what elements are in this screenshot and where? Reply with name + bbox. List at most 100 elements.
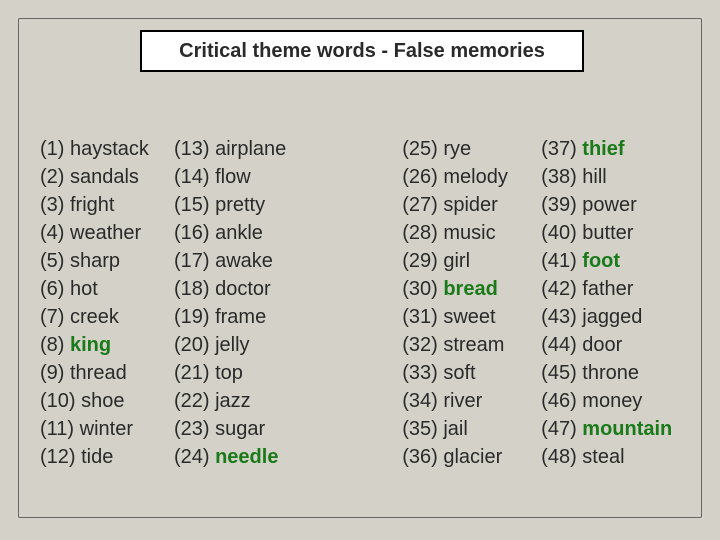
word-text: needle — [215, 446, 278, 468]
word-column-2: (13) airplane(14) flow(15) pretty(16) an… — [174, 135, 402, 471]
word-number: (25) — [402, 138, 443, 160]
word-number: (17) — [174, 250, 215, 272]
word-text: jagged — [582, 306, 642, 328]
word-row: (38) hill — [541, 163, 690, 191]
word-text: father — [582, 278, 633, 300]
word-row: (31) sweet — [402, 303, 541, 331]
slide-title: Critical theme words - False memories — [179, 40, 545, 63]
word-text: soft — [443, 362, 475, 384]
word-number: (15) — [174, 194, 215, 216]
word-text: sandals — [70, 166, 139, 188]
word-text: ankle — [215, 222, 263, 244]
word-number: (45) — [541, 362, 582, 384]
word-text: hill — [582, 166, 606, 188]
word-text: power — [582, 194, 636, 216]
word-text: doctor — [215, 278, 271, 300]
word-number: (19) — [174, 306, 215, 328]
word-number: (29) — [402, 250, 443, 272]
word-text: frame — [215, 306, 266, 328]
word-text: girl — [443, 250, 470, 272]
word-column-3: (25) rye(26) melody(27) spider (28) music… — [402, 135, 541, 471]
word-text: awake — [215, 250, 273, 272]
word-number: (28) — [402, 222, 443, 244]
word-columns: (1) haystack(2) sandals(3) fright(4) wea… — [40, 135, 690, 471]
word-number: (34) — [402, 390, 443, 412]
word-row: (45) throne — [541, 359, 690, 387]
word-number: (37) — [541, 138, 582, 160]
word-number: (12) — [40, 446, 81, 468]
word-number: (2) — [40, 166, 70, 188]
word-text: airplane — [215, 138, 286, 160]
word-number: (35) — [402, 418, 443, 440]
word-text: glacier — [443, 446, 502, 468]
word-number: (42) — [541, 278, 582, 300]
word-text: sweet — [443, 306, 495, 328]
word-text: thread — [70, 362, 127, 384]
word-number: (26) — [402, 166, 443, 188]
word-text: spider — [443, 194, 497, 216]
word-row: (39) power — [541, 191, 690, 219]
word-text: throne — [582, 362, 639, 384]
word-row: (18) doctor — [174, 275, 402, 303]
word-row: (20) jelly — [174, 331, 402, 359]
word-text: winter — [80, 418, 133, 440]
word-row: (1) haystack — [40, 135, 174, 163]
word-number: (39) — [541, 194, 582, 216]
word-row: (28) music — [402, 219, 541, 247]
word-number: (48) — [541, 446, 582, 468]
word-row: (41) foot — [541, 247, 690, 275]
word-text: river — [443, 390, 482, 412]
word-text: bread — [443, 278, 497, 300]
word-row: (8) king — [40, 331, 174, 359]
word-text: weather — [70, 222, 141, 244]
word-row: (48) steal — [541, 443, 690, 471]
word-column-4: (37) thief(38) hill(39) power(40) butter… — [541, 135, 690, 471]
word-number: (13) — [174, 138, 215, 160]
word-row: (11) winter — [40, 415, 174, 443]
slide: Critical theme words - False memories (1… — [0, 0, 720, 540]
word-row: (13) airplane — [174, 135, 402, 163]
word-text: hot — [70, 278, 98, 300]
word-number: (14) — [174, 166, 215, 188]
word-number: (10) — [40, 390, 81, 412]
word-row: (4) weather — [40, 219, 174, 247]
word-number: (8) — [40, 334, 70, 356]
word-row: (42) father — [541, 275, 690, 303]
word-column-1: (1) haystack(2) sandals(3) fright(4) wea… — [40, 135, 174, 471]
word-row: (29) girl — [402, 247, 541, 275]
word-row: (24) needle — [174, 443, 402, 471]
word-number: (9) — [40, 362, 70, 384]
word-number: (24) — [174, 446, 215, 468]
word-row: (44) door — [541, 331, 690, 359]
word-number: (4) — [40, 222, 70, 244]
word-text: jail — [443, 418, 467, 440]
word-number: (18) — [174, 278, 215, 300]
word-text: thief — [582, 138, 624, 160]
word-row: (47) mountain — [541, 415, 690, 443]
word-row: (34) river — [402, 387, 541, 415]
word-row: (7) creek — [40, 303, 174, 331]
word-number: (27) — [402, 194, 443, 216]
word-row: (37) thief — [541, 135, 690, 163]
word-number: (40) — [541, 222, 582, 244]
word-text: stream — [443, 334, 504, 356]
word-row: (15) pretty — [174, 191, 402, 219]
word-row: (2) sandals — [40, 163, 174, 191]
word-text: melody — [443, 166, 507, 188]
word-text: jazz — [215, 390, 251, 412]
word-text: shoe — [81, 390, 124, 412]
word-text: pretty — [215, 194, 265, 216]
word-text: creek — [70, 306, 119, 328]
word-number: (7) — [40, 306, 70, 328]
word-text: rye — [443, 138, 471, 160]
word-row: (30) bread — [402, 275, 541, 303]
word-row: (43) jagged — [541, 303, 690, 331]
word-number: (16) — [174, 222, 215, 244]
word-text: flow — [215, 166, 251, 188]
word-number: (47) — [541, 418, 582, 440]
word-text: butter — [582, 222, 633, 244]
word-row: (14) flow — [174, 163, 402, 191]
word-number: (11) — [40, 418, 80, 440]
word-number: (44) — [541, 334, 582, 356]
word-number: (46) — [541, 390, 582, 412]
